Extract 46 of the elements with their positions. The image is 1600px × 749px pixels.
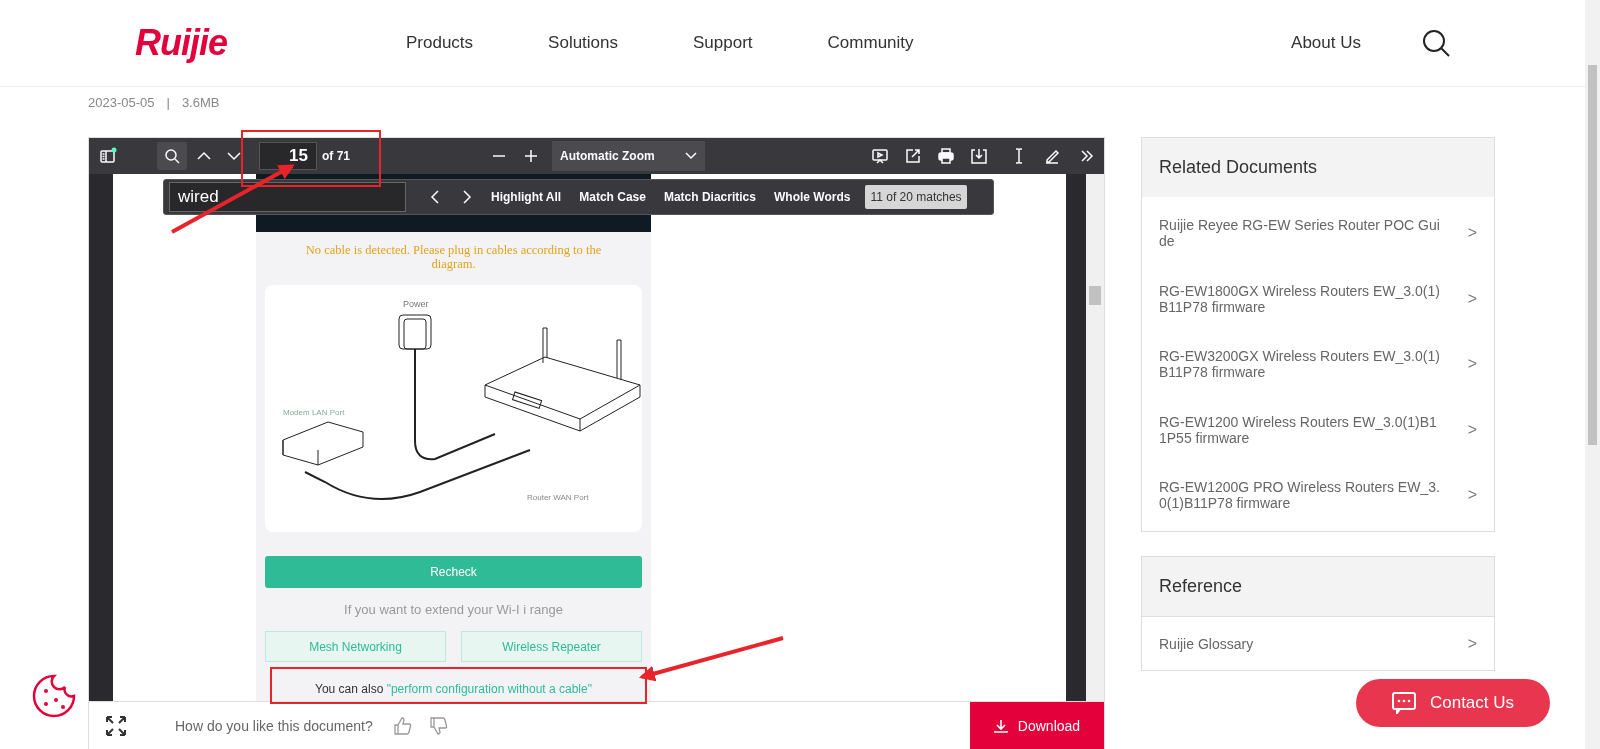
file-size: 3.6MB (181, 95, 220, 110)
separator: | (166, 95, 170, 110)
download-button[interactable]: Download (970, 702, 1104, 749)
find-option[interactable]: Match Case (570, 190, 655, 204)
find-option[interactable]: Highlight All (482, 190, 571, 204)
caret-icon (685, 152, 697, 160)
find-field[interactable]: wired (169, 182, 406, 212)
document-link[interactable]: Ruijie Glossary > (1142, 616, 1494, 670)
document-link[interactable]: RG-EW3200GX Wireless Routers EW_3.0(1)B11P78 firmware > (1142, 331, 1494, 397)
warning-message: No cable is detected. Please plug in cables according to the diagram. (304, 243, 603, 271)
diagram-label: Router WAN Port (527, 493, 589, 502)
note-text: You can also "perform configuration without a cable" (315, 682, 592, 696)
panel-title: Related Documents (1142, 138, 1494, 197)
page-number-field[interactable]: 15 (259, 142, 317, 170)
feedback-question: How do you like this document? (175, 717, 373, 734)
find-option[interactable]: Match Diacritics (654, 190, 765, 204)
zoom-dropdown[interactable]: Automatic Zoom (552, 141, 705, 171)
diagram-label: Modem LAN Port (283, 408, 345, 417)
panel-title: Reference (1142, 556, 1494, 616)
nav-link[interactable]: Support (693, 33, 753, 53)
match-count: 11 of 20 matches (865, 185, 967, 209)
document-link[interactable]: Ruijie Reyee RG-EW Series Router POC Guide > (1142, 200, 1494, 266)
download-icon (993, 718, 1008, 733)
nav-link[interactable]: Solutions (548, 33, 619, 53)
document-link[interactable]: RG-EW1800GX Wireless Routers EW_3.0(1)B11P78 firmware > (1142, 265, 1494, 331)
scrollbar[interactable] (1086, 174, 1104, 701)
thumbs-down-icon[interactable] (428, 715, 449, 736)
cookie-icon[interactable] (32, 674, 76, 718)
diagram-label: Power (403, 299, 429, 309)
nav-link[interactable]: Products (406, 33, 474, 53)
nav-link[interactable]: About Us (1291, 33, 1361, 53)
expand-icon[interactable] (105, 714, 127, 737)
chat-icon (1391, 692, 1416, 714)
search-icon[interactable] (157, 142, 187, 170)
search-button[interactable] (1421, 28, 1451, 58)
document-link[interactable]: RG-EW1200G PRO Wireless Routers EW_3.0(1)B11P78 firmware > (1142, 462, 1494, 528)
page-count: of 71 (322, 149, 350, 163)
contact-button[interactable]: Contact Us (1356, 679, 1550, 727)
upload-date: 2023-05-05 (88, 95, 155, 110)
ruijie-logo[interactable]: Ruijie (135, 22, 406, 64)
nav-link[interactable]: Community (827, 33, 914, 53)
document-link[interactable]: RG-EW1200 Wireless Routers EW_3.0(1)B11P55 firmware > (1142, 396, 1494, 462)
find-option[interactable]: Whole Words (764, 190, 860, 204)
thumbs-up-icon[interactable] (392, 715, 413, 736)
page-scrollbar[interactable] (1585, 0, 1600, 749)
hint-text: If you want to extend your Wi-I i range (344, 602, 563, 617)
